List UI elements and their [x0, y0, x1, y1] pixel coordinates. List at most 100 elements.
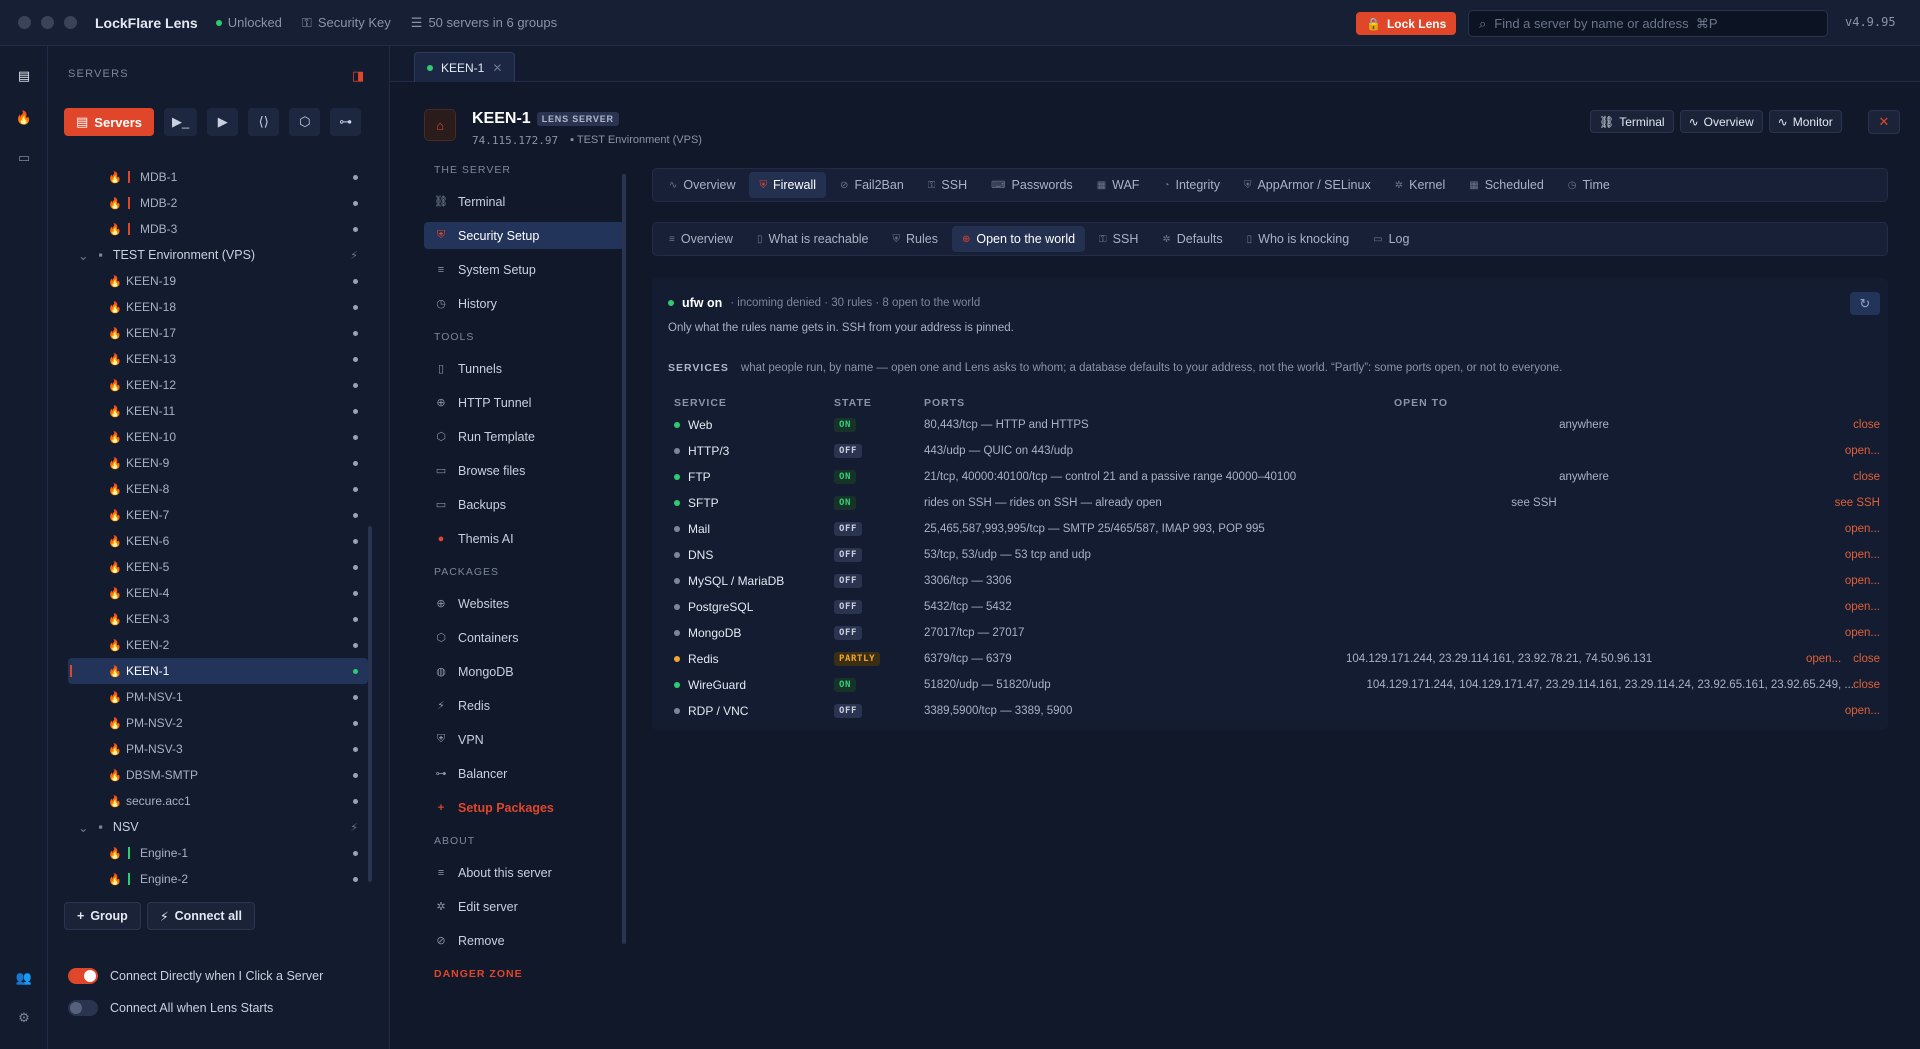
server-item[interactable]: 🔥 secure.acc1	[68, 788, 368, 814]
subnav-item-remove[interactable]: ⊘ Remove	[424, 927, 624, 954]
close-server-button[interactable]: ✕	[1868, 110, 1900, 134]
server-search[interactable]: ⌕	[1468, 10, 1828, 37]
subtab-log[interactable]: ▭ Log	[1363, 226, 1419, 252]
subnav-item-vpn[interactable]: ⛨ VPN	[424, 726, 624, 753]
tab-apparmor-selinux[interactable]: ⛨ AppArmor / SELinux	[1234, 172, 1381, 198]
subnav-item-edit-server[interactable]: ✲ Edit server	[424, 893, 624, 920]
server-item[interactable]: 🔥 KEEN-9	[68, 450, 368, 476]
server-item[interactable]: 🔥 KEEN-1	[68, 658, 368, 684]
server-item[interactable]: 🔥 MDB-2	[68, 190, 368, 216]
server-item[interactable]: 🔥 Engine-2	[68, 866, 368, 886]
subtab-defaults[interactable]: ✲ Defaults	[1152, 226, 1232, 252]
security-key-status[interactable]: ⚿ Security Key	[302, 15, 391, 31]
server-item[interactable]: 🔥 KEEN-13	[68, 346, 368, 372]
subnav-item-security-setup[interactable]: ⛨ Security Setup	[424, 222, 624, 249]
tab-passwords[interactable]: ⌨ Passwords	[981, 172, 1083, 198]
row-action-close[interactable]: close	[1853, 653, 1880, 665]
connect-group-icon[interactable]: ⚡	[350, 249, 358, 262]
row-action-close[interactable]: close	[1853, 419, 1880, 431]
server-item[interactable]: 🔥 KEEN-2	[68, 632, 368, 658]
subnav-item-about-this-server[interactable]: ≡ About this server	[424, 859, 624, 886]
connect-directly-toggle[interactable]	[68, 968, 98, 984]
users-icon[interactable]: 👥	[12, 966, 36, 990]
subnav-item-history[interactable]: ◷ History	[424, 290, 624, 317]
subtab-open-to-the-world[interactable]: ⊕ Open to the world	[951, 226, 1086, 252]
server-item[interactable]: 🔥 KEEN-11	[68, 398, 368, 424]
search-input[interactable]	[1494, 16, 1795, 31]
row-action-open[interactable]: open...	[1845, 705, 1880, 717]
subnav-item-themis-ai[interactable]: ● Themis AI	[424, 525, 624, 552]
subnav-item-setup-packages[interactable]: + Setup Packages	[424, 794, 624, 821]
tab-waf[interactable]: ▦ WAF	[1087, 172, 1150, 198]
connect-all-button[interactable]: ⚡ Connect all	[146, 902, 255, 930]
subnav-item-mongodb[interactable]: ◍ MongoDB	[424, 658, 624, 685]
server-item[interactable]: 🔥 KEEN-10	[68, 424, 368, 450]
close-tab-icon[interactable]: ✕	[492, 61, 502, 75]
add-group-button[interactable]: + Group	[64, 902, 141, 930]
tab-servers[interactable]: ▤ Servers	[64, 108, 155, 136]
tab-firewall[interactable]: ⛨ Firewall	[749, 172, 827, 198]
subtab-who-is-knocking[interactable]: ▯ Who is knocking	[1237, 226, 1360, 252]
server-item[interactable]: 🔥 MDB-1	[68, 164, 368, 190]
subnav-item-balancer[interactable]: ⊶ Balancer	[424, 760, 624, 787]
tab-fail2ban[interactable]: ⊘ Fail2Ban	[830, 172, 914, 198]
connect-all-toggle[interactable]	[68, 1000, 98, 1016]
server-item[interactable]: 🔥 KEEN-19	[68, 268, 368, 294]
row-action-close[interactable]: close	[1853, 471, 1880, 483]
connect-group-icon[interactable]: ⚡	[350, 821, 358, 834]
tab-overview[interactable]: ∿ Overview	[659, 172, 745, 198]
row-action-open[interactable]: open...	[1845, 523, 1880, 535]
folder-icon[interactable]: ▭	[12, 146, 36, 170]
row-action-see-ssh[interactable]: see SSH	[1835, 497, 1880, 509]
subnav-item-backups[interactable]: ▭ Backups	[424, 491, 624, 518]
server-item[interactable]: 🔥 PM-NSV-2	[68, 710, 368, 736]
subnav-item-redis[interactable]: ⚡ Redis	[424, 692, 624, 719]
overview-button[interactable]: ∿ Overview	[1679, 110, 1763, 133]
tab-integrity[interactable]: ◔ Integrity	[1153, 172, 1230, 198]
server-item[interactable]: 🔥 DBSM-SMTP	[68, 762, 368, 788]
server-item[interactable]: 🔥 KEEN-18	[68, 294, 368, 320]
row-action-open[interactable]: open...	[1845, 575, 1880, 587]
row-action-open[interactable]: open...	[1845, 627, 1880, 639]
subtab-ssh[interactable]: ⚿ SSH	[1089, 226, 1148, 252]
sidebar-scrollbar[interactable]	[368, 526, 372, 882]
server-item[interactable]: 🔥 PM-NSV-3	[68, 736, 368, 762]
sidebar-collapse-icon[interactable]: ◨	[352, 68, 364, 84]
server-item[interactable]: 🔥 PM-NSV-1	[68, 684, 368, 710]
server-group[interactable]: ⌄ ▪ NSV ⚡	[68, 814, 368, 840]
close-window-button[interactable]	[18, 16, 31, 29]
server-item[interactable]: 🔥 KEEN-4	[68, 580, 368, 606]
server-item[interactable]: 🔥 Engine-1	[68, 840, 368, 866]
tab-network[interactable]: ⊶	[330, 108, 362, 136]
server-item[interactable]: 🔥 KEEN-7	[68, 502, 368, 528]
server-item[interactable]: 🔥 KEEN-12	[68, 372, 368, 398]
terminal-button[interactable]: ⛓ Terminal	[1590, 110, 1674, 133]
subtab-rules[interactable]: ⛨ Rules	[883, 226, 948, 252]
subnav-item-containers[interactable]: ⬡ Containers	[424, 624, 624, 651]
minimize-window-button[interactable]	[41, 16, 54, 29]
subnav-item-terminal[interactable]: ⛓ Terminal	[424, 188, 624, 215]
subnav-scrollbar[interactable]	[622, 174, 626, 944]
servers-icon[interactable]: ▤	[12, 64, 36, 88]
subnav-item-http-tunnel[interactable]: ⊕ HTTP Tunnel	[424, 389, 624, 416]
chevron-down-icon[interactable]: ⌄	[78, 248, 88, 263]
row-action-open[interactable]: open...	[1806, 653, 1841, 665]
subnav-item-system-setup[interactable]: ≡ System Setup	[424, 256, 624, 283]
server-item[interactable]: 🔥 KEEN-8	[68, 476, 368, 502]
refresh-button[interactable]: ↻	[1850, 292, 1880, 315]
maximize-window-button[interactable]	[64, 16, 77, 29]
subnav-item-tunnels[interactable]: ▯ Tunnels	[424, 355, 624, 382]
server-item[interactable]: 🔥 KEEN-6	[68, 528, 368, 554]
subnav-item-browse-files[interactable]: ▭ Browse files	[424, 457, 624, 484]
server-item[interactable]: 🔥 MDB-3	[68, 216, 368, 242]
server-item[interactable]: 🔥 KEEN-5	[68, 554, 368, 580]
server-item[interactable]: 🔥 KEEN-17	[68, 320, 368, 346]
tab-scheduled[interactable]: ▦ Scheduled	[1459, 172, 1554, 198]
tab-code[interactable]: ⟨⟩	[248, 108, 280, 136]
lock-lens-button[interactable]: 🔒 Lock Lens	[1356, 12, 1457, 35]
tab-ssh[interactable]: ⚿ SSH	[918, 172, 977, 198]
flame-icon[interactable]: 🔥	[12, 106, 36, 130]
tab-terminal[interactable]: ▶_	[164, 108, 198, 136]
subtab-overview[interactable]: ≡ Overview	[659, 226, 743, 252]
tab-packages[interactable]: ⬡	[289, 108, 321, 136]
